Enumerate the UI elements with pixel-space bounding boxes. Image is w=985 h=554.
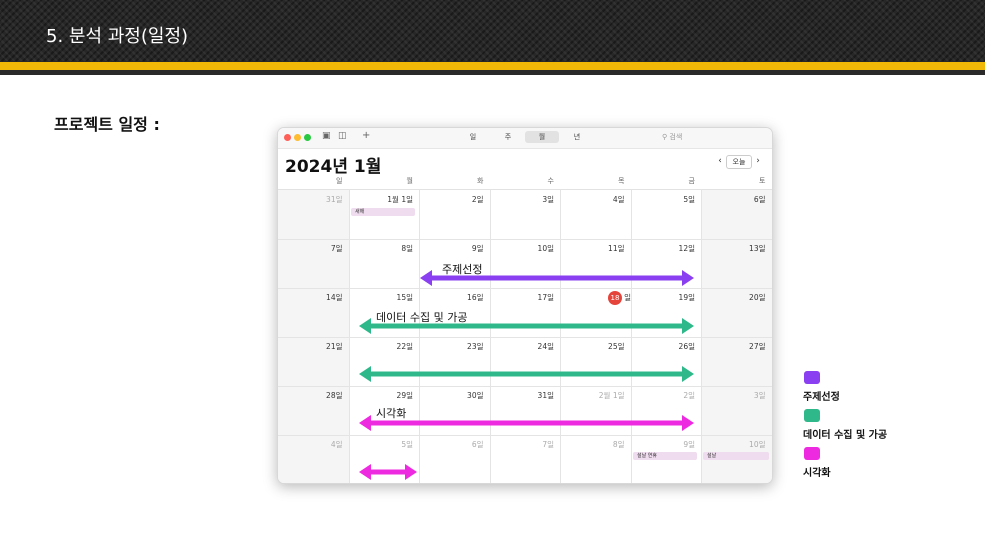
- legend-data-label: 데이터 수집 및 가공: [803, 430, 888, 441]
- topic-arrow: [420, 270, 694, 286]
- viz-arrow-week6: [359, 464, 417, 480]
- legend-viz-swatch: [804, 447, 820, 460]
- viz-arrow-week5: [359, 415, 694, 431]
- legend-data-swatch: [804, 409, 820, 422]
- legend-viz-label: 시각화: [803, 468, 831, 479]
- legend-topic-label: 주제선정: [803, 392, 840, 403]
- schedule-arrows: [359, 270, 694, 480]
- data-arrow-week3: [359, 318, 694, 334]
- legend-topic-swatch: [804, 371, 820, 384]
- data-arrow-week4: [359, 366, 694, 382]
